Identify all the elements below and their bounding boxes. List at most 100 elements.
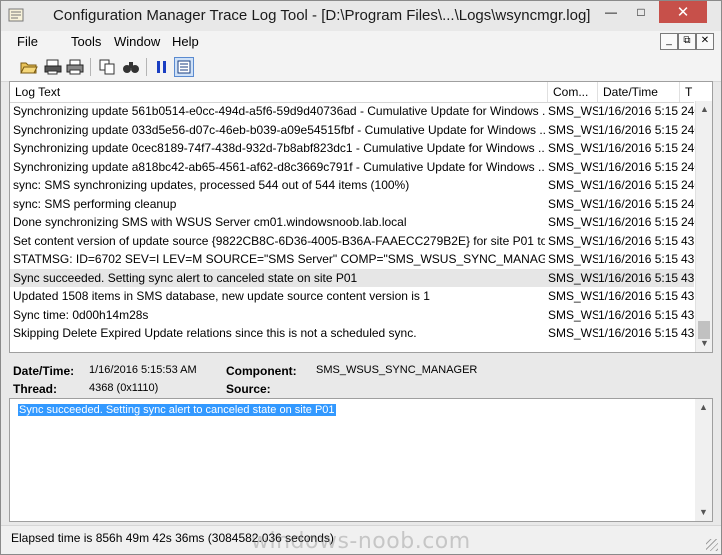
- watermark: windows-noob.com: [251, 529, 471, 554]
- thread-value: 4368 (0x1110): [89, 382, 159, 394]
- thread-cell: 436: [681, 233, 695, 248]
- app-icon: [8, 8, 24, 22]
- thread-cell: 436: [681, 252, 695, 266]
- date-time-cell: 1/16/2016 5:15: [598, 233, 679, 248]
- title-bar[interactable]: Configuration Manager Trace Log Tool - […: [1, 1, 721, 31]
- thread-cell: 436: [681, 289, 695, 303]
- log-list-header: Log Text Com... Date/Time T: [10, 82, 694, 103]
- message-box[interactable]: Sync succeeded. Setting sync alert to ca…: [9, 398, 713, 522]
- date-time-cell: 1/16/2016 5:15: [598, 178, 679, 192]
- find-icon[interactable]: [121, 57, 141, 77]
- menu-file[interactable]: File: [17, 34, 38, 49]
- log-text-cell: sync: SMS performing cleanup: [13, 196, 177, 211]
- date-time-cell: 1/16/2016 5:15: [598, 307, 679, 322]
- table-row[interactable]: STATMSG: ID=6702 SEV=I LEV=M SOURCE="SMS…: [10, 250, 695, 269]
- thread-cell: 436: [681, 326, 695, 340]
- table-row[interactable]: Done synchronizing SMS with WSUS Server …: [10, 213, 695, 232]
- component-cell: SMS_WS: [548, 326, 598, 340]
- date-time-cell: 1/16/2016 5:15: [598, 270, 679, 285]
- component-cell: SMS_WS: [548, 122, 598, 137]
- details-pane: Date/Time: 1/16/2016 5:15:53 AM Componen…: [9, 356, 713, 398]
- table-row[interactable]: sync: SMS performing cleanup SMS_WS 1/16/2…: [10, 195, 695, 214]
- date-time-cell: 1/16/2016 5:15: [598, 104, 679, 118]
- message-scrollbar[interactable]: ▲ ▼: [695, 399, 712, 521]
- log-text-cell: Synchronizing update 033d5e56-d07c-46eb-…: [13, 122, 545, 137]
- component-cell: SMS_WS: [548, 215, 598, 229]
- log-text-cell: Updated 1508 items in SMS database, new …: [13, 289, 430, 303]
- date-time-label: Date/Time:: [13, 364, 75, 378]
- thread-cell: 240: [681, 215, 695, 229]
- date-time-cell: 1/16/2016 5:15: [598, 326, 679, 340]
- log-list[interactable]: Log Text Com... Date/Time T Synchronizin…: [9, 81, 713, 353]
- component-cell: SMS_WS: [548, 141, 598, 155]
- table-row[interactable]: Synchronizing update 0cec8189-74f7-438d-…: [10, 139, 695, 158]
- log-text-cell: STATMSG: ID=6702 SEV=I LEV=M SOURCE="SMS…: [13, 252, 545, 266]
- copy-icon[interactable]: [97, 57, 117, 77]
- log-list-scrollbar[interactable]: ▲ ▼: [695, 101, 712, 352]
- component-cell: SMS_WS: [548, 159, 598, 174]
- component-value: SMS_WSUS_SYNC_MANAGER: [316, 364, 478, 376]
- mdi-restore-button[interactable]: ⧉: [678, 33, 696, 50]
- component-cell: SMS_WS: [548, 270, 598, 285]
- mdi-close-button[interactable]: ✕: [696, 33, 714, 50]
- close-button[interactable]: ✕: [659, 1, 707, 23]
- print-icon[interactable]: [65, 57, 85, 77]
- minimize-button[interactable]: —: [597, 1, 625, 23]
- table-row[interactable]: Synchronizing update 561b0514-e0cc-494d-…: [10, 102, 695, 121]
- mdi-minimize-button[interactable]: _: [660, 33, 678, 50]
- table-row[interactable]: Skipping Delete Expired Update relations…: [10, 324, 695, 343]
- menu-help[interactable]: Help: [172, 34, 199, 49]
- table-row[interactable]: Updated 1508 items in SMS database, new …: [10, 287, 695, 306]
- column-header-log-text[interactable]: Log Text: [10, 82, 548, 102]
- table-row[interactable]: Sync succeeded. Setting sync alert to ca…: [10, 268, 695, 287]
- table-row[interactable]: sync: SMS synchronizing updates, process…: [10, 176, 695, 195]
- message-text[interactable]: Sync succeeded. Setting sync alert to ca…: [18, 404, 336, 416]
- date-time-value: 1/16/2016 5:15:53 AM: [89, 364, 197, 376]
- thread-label: Thread:: [13, 382, 58, 396]
- scroll-down-arrow-icon[interactable]: ▼: [696, 335, 712, 352]
- log-text-cell: Synchronizing update a818bc42-ab65-4561-…: [13, 159, 545, 174]
- scroll-up-arrow-icon[interactable]: ▲: [695, 399, 712, 416]
- column-header-thread[interactable]: T: [680, 82, 694, 102]
- thread-cell: 240: [681, 196, 695, 211]
- open-icon[interactable]: [19, 57, 39, 77]
- component-cell: SMS_WS: [548, 233, 598, 248]
- menu-bar: File Tools Window Help: [1, 31, 721, 53]
- resize-grip-icon[interactable]: [706, 539, 718, 551]
- list-view-icon[interactable]: [174, 57, 194, 77]
- menu-window[interactable]: Window: [114, 34, 160, 49]
- thread-cell: 436: [681, 270, 695, 285]
- component-cell: SMS_WS: [548, 252, 598, 266]
- log-text-cell: Synchronizing update 0cec8189-74f7-438d-…: [13, 141, 545, 155]
- date-time-cell: 1/16/2016 5:15: [598, 215, 679, 229]
- log-text-cell: Skipping Delete Expired Update relations…: [13, 326, 417, 340]
- maximize-button[interactable]: □: [627, 1, 655, 23]
- thread-cell: 436: [681, 307, 695, 322]
- date-time-cell: 1/16/2016 5:15: [598, 122, 679, 137]
- print-setup-icon[interactable]: [43, 57, 63, 77]
- component-cell: SMS_WS: [548, 307, 598, 322]
- app-window: Configuration Manager Trace Log Tool - […: [0, 0, 722, 555]
- component-cell: SMS_WS: [548, 289, 598, 303]
- menu-tools[interactable]: Tools: [71, 34, 101, 49]
- thread-cell: 240: [681, 178, 695, 192]
- scroll-down-arrow-icon[interactable]: ▼: [695, 504, 712, 521]
- toolbar: [1, 53, 721, 82]
- column-header-date-time[interactable]: Date/Time: [598, 82, 680, 102]
- toolbar-separator: [146, 58, 147, 76]
- table-row[interactable]: Synchronizing update 033d5e56-d07c-46eb-…: [10, 121, 695, 140]
- log-text-cell: Sync time: 0d00h14m28s: [13, 307, 149, 322]
- log-text-cell: Synchronizing update 561b0514-e0cc-494d-…: [13, 104, 545, 118]
- scroll-up-arrow-icon[interactable]: ▲: [696, 101, 712, 118]
- window-title: Configuration Manager Trace Log Tool - […: [53, 7, 591, 24]
- table-row[interactable]: Sync time: 0d00h14m28s SMS_WS 1/16/2016 5:…: [10, 306, 695, 325]
- log-text-cell: Set content version of update source {98…: [13, 233, 545, 248]
- log-text-cell: Done synchronizing SMS with WSUS Server …: [13, 215, 407, 229]
- column-header-component[interactable]: Com...: [548, 82, 598, 102]
- table-row[interactable]: Synchronizing update a818bc42-ab65-4561-…: [10, 158, 695, 177]
- date-time-cell: 1/16/2016 5:15: [598, 289, 679, 303]
- source-label: Source:: [226, 382, 271, 396]
- table-row[interactable]: Set content version of update source {98…: [10, 232, 695, 251]
- date-time-cell: 1/16/2016 5:15: [598, 141, 679, 155]
- pause-icon[interactable]: [152, 57, 172, 77]
